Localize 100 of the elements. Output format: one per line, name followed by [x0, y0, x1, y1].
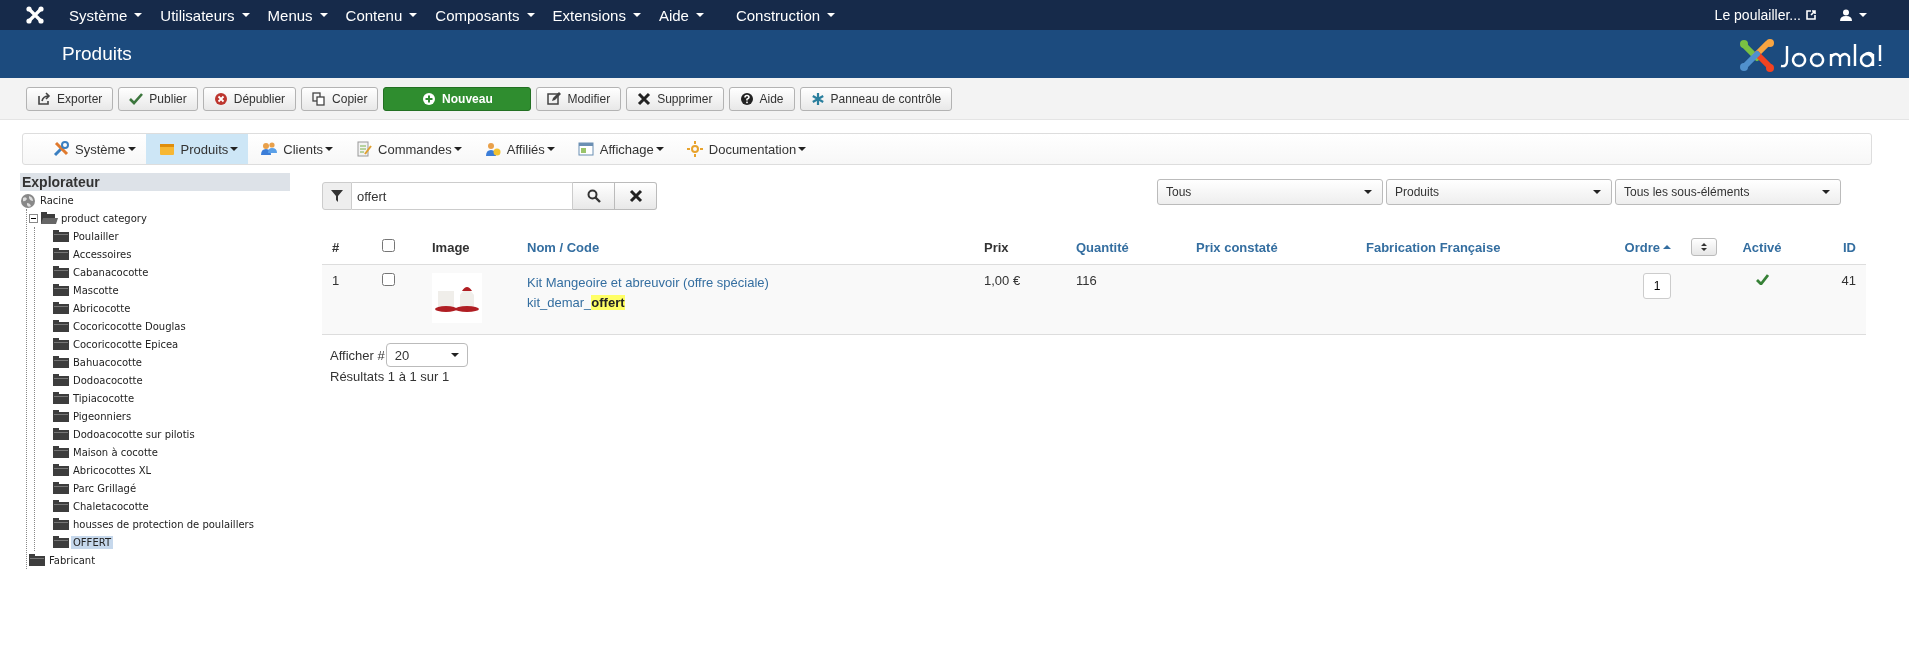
- folder-icon: [53, 534, 70, 550]
- tree-item[interactable]: Parc Grillagé: [71, 481, 139, 495]
- page-title: Produits: [62, 43, 132, 65]
- menu-item[interactable]: Utilisateurs: [151, 6, 259, 24]
- folder-icon: [53, 390, 70, 406]
- folder-icon: [53, 246, 70, 262]
- document-pen-icon: [356, 141, 373, 157]
- folder-icon: [53, 462, 70, 478]
- toolbar-button[interactable]: Publier: [118, 87, 198, 111]
- folder-icon: [53, 318, 70, 334]
- users-icon: [261, 141, 278, 157]
- cross-circle-icon: [213, 92, 228, 106]
- copy-icon: [312, 92, 327, 106]
- tree-item[interactable]: Chaletacocotte: [71, 499, 151, 513]
- search-field[interactable]: offert: [352, 182, 573, 210]
- folder-icon: [53, 372, 70, 388]
- column-header: Image: [432, 239, 470, 255]
- toolbar-button[interactable]: Dépublier: [202, 87, 297, 111]
- filter-select[interactable]: Produits: [1386, 179, 1612, 205]
- toolbar-button[interactable]: Exporter: [26, 87, 114, 111]
- users-money-icon: [484, 141, 501, 157]
- tree-item[interactable]: Maison à cocotte: [71, 445, 160, 459]
- folder-icon: [53, 480, 70, 496]
- tree-item[interactable]: housses de protection de poulaillers: [71, 517, 256, 531]
- component-menu-item[interactable]: Affiliés: [471, 134, 565, 164]
- folder-icon: [29, 552, 46, 568]
- folder-icon: [53, 264, 70, 280]
- folder-icon: [53, 426, 70, 442]
- row-number: 1: [332, 273, 340, 288]
- search-button[interactable]: [573, 182, 615, 210]
- column-header-link[interactable]: Prix constaté: [1196, 239, 1278, 255]
- tree-item[interactable]: Fabricant: [47, 553, 98, 567]
- menu-item[interactable]: Aide: [649, 6, 713, 24]
- component-menu-item[interactable]: Clients: [248, 134, 344, 164]
- toolbar-button[interactable]: Modifier: [536, 87, 622, 111]
- tree-item[interactable]: Poulailler: [71, 229, 121, 243]
- tree-item[interactable]: Abricocotte: [71, 301, 133, 315]
- help-icon: [739, 92, 754, 106]
- tree-item[interactable]: product category: [59, 211, 149, 225]
- tree-item[interactable]: OFFERT: [71, 535, 114, 549]
- tree-item[interactable]: Cocoricocotte Douglas: [71, 319, 188, 333]
- toolbar-button[interactable]: Panneau de contrôle: [799, 87, 953, 111]
- up-down-arrows-icon: [1700, 242, 1708, 252]
- component-menu-item[interactable]: Système: [29, 134, 146, 164]
- toolbar-button[interactable]: Aide: [728, 87, 795, 111]
- folder-icon: [53, 498, 70, 514]
- results-text: Résultats 1 à 1 sur 1: [330, 369, 451, 384]
- component-menu-item[interactable]: Affichage: [564, 134, 674, 164]
- filter-select[interactable]: Tous les sous-éléments: [1615, 179, 1841, 205]
- menu-item[interactable]: Système: [60, 6, 152, 24]
- select-all-checkbox[interactable]: [382, 239, 395, 252]
- column-header-link[interactable]: Quantité: [1076, 239, 1129, 255]
- tree-item[interactable]: Pigeonniers: [71, 409, 134, 423]
- toolbar-button[interactable]: Copier: [301, 87, 379, 111]
- column-header-link[interactable]: ID: [1843, 239, 1856, 255]
- component-menu-item[interactable]: Commandes: [343, 134, 472, 164]
- component-menu-item[interactable]: Produits: [145, 134, 249, 164]
- tree-item[interactable]: Racine: [38, 193, 76, 207]
- component-menu-item[interactable]: Documentation: [673, 134, 817, 164]
- folder-icon: [53, 282, 70, 298]
- sun-icon: [686, 141, 703, 157]
- check-icon[interactable]: [1755, 274, 1769, 285]
- tree-item[interactable]: Accessoires: [71, 247, 134, 261]
- toolbar-button[interactable]: Supprimer: [626, 87, 724, 111]
- sort-toggle-button[interactable]: [1691, 238, 1717, 256]
- toolbar-button[interactable]: Nouveau: [383, 87, 532, 111]
- menu-item[interactable]: Construction: [726, 6, 845, 24]
- folder-icon: [53, 228, 70, 244]
- column-header-link[interactable]: Nom / Code: [527, 239, 600, 255]
- tree-item[interactable]: Dodoacocotte sur pilotis: [71, 427, 197, 441]
- menu-item[interactable]: Menus: [258, 6, 337, 24]
- menu-item[interactable]: Contenu: [336, 6, 427, 24]
- order-field[interactable]: 1: [1643, 273, 1671, 299]
- row-checkbox[interactable]: [382, 273, 395, 286]
- tree-item[interactable]: Abricocottes XL: [71, 463, 154, 477]
- tree-item[interactable]: Bahuacocotte: [71, 355, 145, 369]
- tree-item[interactable]: Mascotte: [71, 283, 121, 297]
- filter-select[interactable]: Tous: [1157, 179, 1383, 205]
- plus-circle-icon: [422, 92, 437, 106]
- column-header-link[interactable]: Fabrication Française: [1366, 239, 1501, 255]
- collapse-icon[interactable]: [29, 213, 38, 223]
- site-link[interactable]: Le poulailler...: [1702, 7, 1828, 23]
- product-name-link[interactable]: Kit Mangeoire et abreuvoir (offre spéciale): [527, 273, 964, 292]
- tree-item[interactable]: Dodoacocotte: [71, 373, 145, 387]
- folder-icon: [53, 516, 70, 532]
- page-size-select[interactable]: 20: [385, 343, 468, 367]
- box-icon: [158, 141, 175, 157]
- clear-button[interactable]: [615, 182, 657, 210]
- tree-item[interactable]: Cabanacocotte: [71, 265, 151, 279]
- column-header-link[interactable]: Activé: [1742, 239, 1782, 255]
- tree-item[interactable]: Tipiacocotte: [71, 391, 137, 405]
- user-icon: [1840, 9, 1852, 21]
- close-icon: [637, 92, 652, 106]
- tree-item[interactable]: Cocoricocotte Epicea: [71, 337, 181, 351]
- menu-item[interactable]: Composants: [426, 6, 544, 24]
- folder-icon: [53, 444, 70, 460]
- menu-item[interactable]: Extensions: [543, 6, 650, 24]
- tools-icon: [53, 141, 69, 157]
- filter-icon[interactable]: [322, 182, 352, 210]
- column-header-link[interactable]: Ordre: [1624, 239, 1671, 255]
